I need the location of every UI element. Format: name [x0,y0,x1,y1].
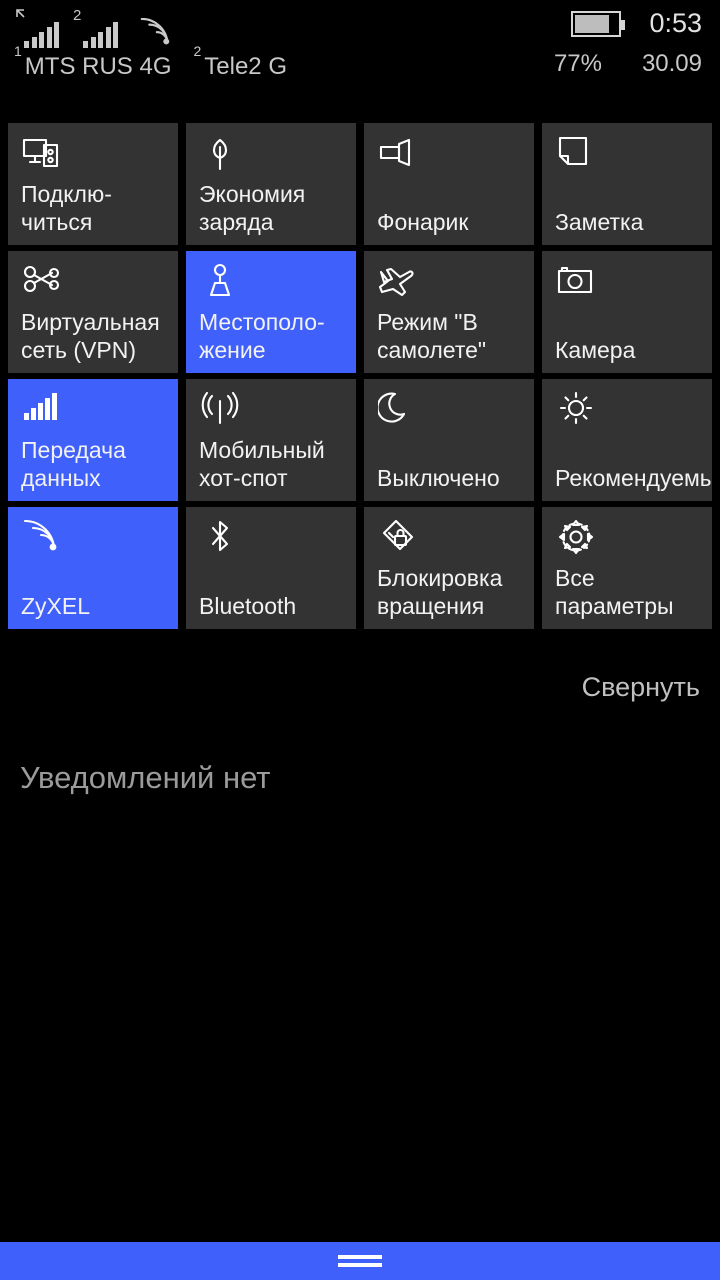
quick-action-tile-label: Камера [555,337,636,363]
quick-action-tile[interactable]: Мобильный хот-спот [186,379,356,501]
battery-saver-icon [200,135,240,173]
flashlight-icon [378,135,418,173]
status-bar-icons: 2 [14,6,174,48]
battery-icon [571,10,626,37]
quick-action-tile[interactable]: Заметка [542,123,712,245]
brightness-icon [556,391,596,429]
sim1-signal-bars [24,22,59,48]
rotation-lock-icon [378,519,418,557]
quick-action-tile[interactable]: Все параметры [542,507,712,629]
sim2-carrier: 2Tele2 G [193,43,287,81]
quick-action-tile-label: Экономия заряда [199,181,306,235]
note-icon [556,135,596,173]
status-bar: 2 1MTS RUS 4G 2Tele2 G 0:53 77% 30.09 [0,0,720,110]
sim1-network-type: 4G [139,53,172,80]
quick-action-tile[interactable]: Виртуальная сеть (VPN) [8,251,178,373]
quick-action-tile[interactable]: Подклю- читься [8,123,178,245]
location-icon [200,263,240,301]
date: 30.09 [641,50,702,77]
collapse-button[interactable]: Свернуть [582,672,700,703]
quiet-hours-icon [376,391,418,429]
sim2-network-type: G [268,53,287,80]
quick-action-tile-label: Рекомендуемы [555,465,712,491]
quick-action-tile-label: ZyXEL [21,593,91,619]
settings-gear-icon [556,519,596,557]
quick-action-tile-label: Фонарик [377,209,469,235]
sim1-carrier: 1MTS RUS 4G [14,43,172,81]
quick-action-tile[interactable]: Камера [542,251,712,373]
battery-fill-level [575,14,610,33]
sim2-signal-icon: 2 [73,8,118,48]
quick-action-tile-label: Выключено [377,465,500,491]
sim1-signal-icon [14,8,59,48]
airplane-icon [378,263,418,301]
camera-icon [556,263,596,301]
quick-action-tile-label: Передача данных [21,437,126,491]
quick-action-tile[interactable]: Фонарик [364,123,534,245]
quick-action-tile-label: Bluetooth [199,593,297,619]
vpn-icon [22,263,62,301]
quick-action-tile[interactable]: Выключено [364,379,534,501]
quick-actions-grid: Подклю- читься Экономия заряда Фонарик Заме… [8,123,720,631]
quick-action-tile-label: Местополо- жение [199,309,325,363]
bluetooth-icon [200,519,240,557]
quick-action-tile[interactable]: Рекомендуемы [542,379,712,501]
sim2-index-label: 2 [193,43,202,59]
connect-icon [22,135,62,173]
bottom-nav-bar[interactable] [0,1242,720,1280]
quick-action-tile[interactable]: Местополо- жение [186,251,356,373]
quick-action-tile-label: Режим "В самолете" [377,309,487,363]
hotspot-icon [200,391,240,429]
quick-action-tile-label: Мобильный хот-спот [199,437,325,491]
quick-action-tile-label: Все параметры [555,565,674,619]
quick-action-tile[interactable]: Bluetooth [186,507,356,629]
cellular-data-icon [22,391,62,429]
sim1-index: 1 [14,43,22,59]
quick-action-tile[interactable]: Экономия заряда [186,123,356,245]
quick-action-tile-label: Виртуальная сеть (VPN) [21,309,160,363]
sim2-signal-bars [83,22,118,48]
status-bar-carriers: 1MTS RUS 4G 2Tele2 G [14,43,309,81]
clock: 0:53 [649,8,702,38]
quick-action-tile-label: Заметка [555,209,644,235]
wifi-icon [140,18,170,45]
roaming-arrow-icon [16,9,25,18]
quick-action-tile[interactable]: ZyXEL [8,507,178,629]
quick-action-tile[interactable]: Передача данных [8,379,178,501]
sim2-carrier-name: Tele2 [204,53,262,80]
sim2-index: 2 [73,7,82,24]
no-notifications-text: Уведомлений нет [20,760,271,795]
sim1-carrier-name: MTS RUS [24,53,133,80]
drag-handle-icon[interactable] [338,1251,382,1271]
quick-action-tile[interactable]: Режим "В самолете" [364,251,534,373]
wifi-icon [22,519,62,557]
quick-action-tile[interactable]: Блокировка вращения [364,507,534,629]
status-bar-right-top: 0:53 [571,8,702,39]
quick-action-tile-label: Блокировка вращения [377,565,503,619]
quick-action-tile-label: Подклю- читься [21,181,112,235]
status-bar-right-bottom: 77% 30.09 [540,50,702,78]
battery-percent: 77% [553,50,602,77]
